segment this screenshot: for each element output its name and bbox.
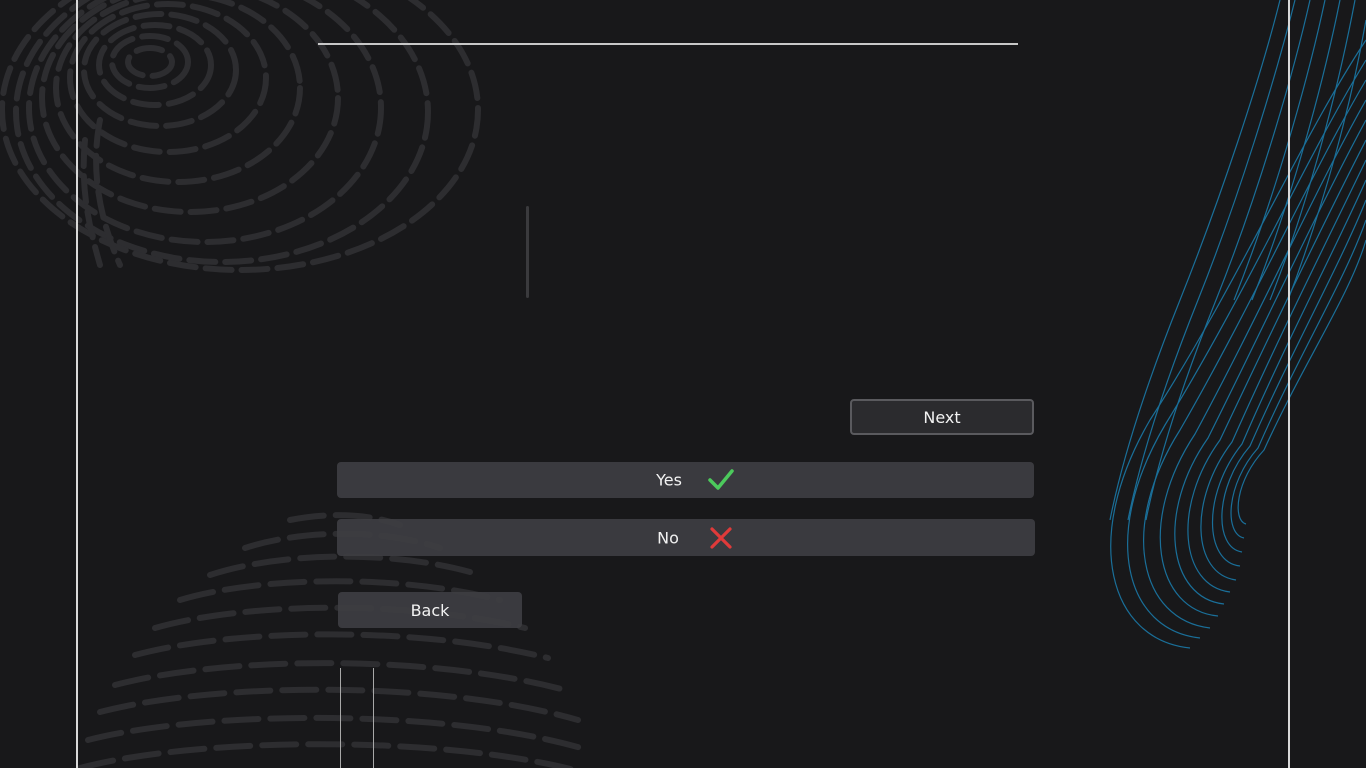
question-screen: Next Yes No Back	[0, 0, 1366, 768]
blue-contour-lines	[1109, 0, 1366, 649]
bottom-guide-line-left	[340, 668, 341, 768]
next-button[interactable]: Next	[850, 399, 1034, 435]
yes-button[interactable]: Yes	[337, 462, 1034, 498]
back-button[interactable]: Back	[338, 592, 522, 628]
header-divider	[318, 43, 1018, 45]
no-button-content: No	[337, 519, 1035, 556]
background-decoration	[0, 0, 1366, 768]
close-icon	[710, 526, 732, 549]
bottom-guide-line-right	[373, 668, 374, 768]
checkmark-icon	[708, 469, 734, 490]
frame-right-border	[1288, 0, 1290, 768]
fingerprint-top-left	[0, 0, 481, 273]
text-cursor	[526, 206, 529, 298]
no-button[interactable]: No	[337, 519, 1035, 556]
yes-button-label: Yes	[656, 470, 682, 490]
back-button-label: Back	[410, 600, 450, 620]
next-button-label: Next	[923, 407, 961, 427]
no-button-label: No	[657, 528, 679, 547]
yes-button-content: Yes	[337, 462, 1034, 498]
frame-left-border	[76, 0, 78, 768]
